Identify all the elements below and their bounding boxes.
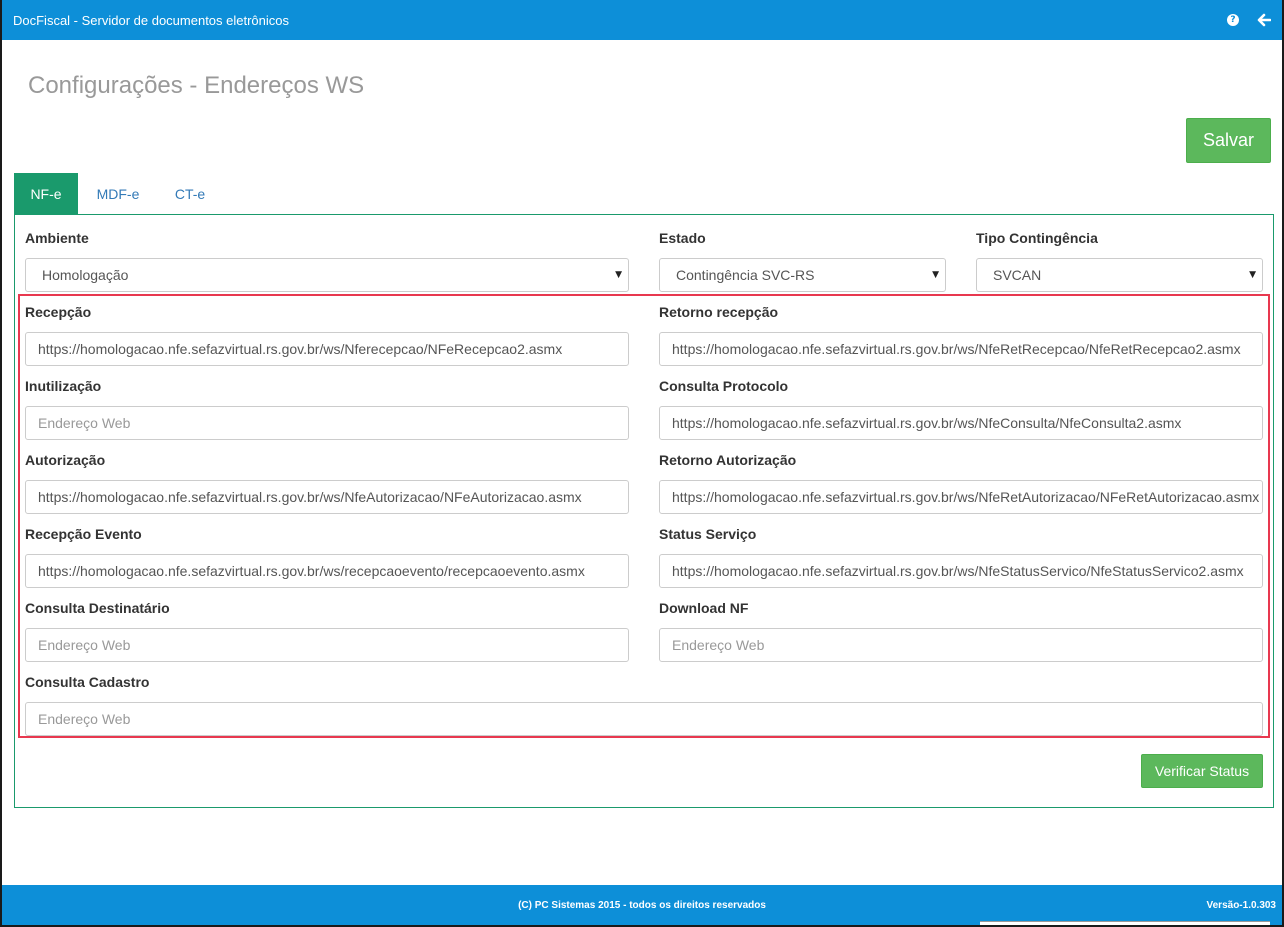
retorno-recepcao-input[interactable]: https://homologacao.nfe.sefazvirtual.rs.… [659,332,1263,366]
autorizacao-label: Autorização [25,452,106,468]
tab-mdfe[interactable]: MDF-e [78,173,158,215]
consulta-cadastro-input[interactable]: Endereço Web [25,702,1263,736]
footer-copyright: (C) PC Sistemas 2015 - todos os direitos… [518,900,766,911]
consulta-destinatario-input[interactable]: Endereço Web [25,628,629,662]
consulta-protocolo-label: Consulta Protocolo [659,378,789,394]
autorizacao-input[interactable]: https://homologacao.nfe.sefazvirtual.rs.… [25,480,629,514]
ambiente-label: Ambiente [25,230,89,246]
top-bar: DocFiscal - Servidor de documentos eletr… [2,0,1282,40]
ambiente-value: Homologação [42,267,129,283]
consulta-protocolo-input[interactable]: https://homologacao.nfe.sefazvirtual.rs.… [659,406,1263,440]
status-servico-field: Status Serviço https://homologacao.nfe.s… [659,525,1263,588]
status-servico-input[interactable]: https://homologacao.nfe.sefazvirtual.rs.… [659,554,1263,588]
retorno-recepcao-field: Retorno recepção https://homologacao.nfe… [659,303,1263,366]
inutilizacao-field: Inutilização Endereço Web [25,377,629,440]
consulta-cadastro-field: Consulta Cadastro Endereço Web [25,673,1263,736]
chevron-down-icon: ▼ [615,270,622,280]
back-arrow-icon[interactable] [1257,13,1271,27]
tipo-contingencia-select[interactable]: SVCAN ▼ [976,258,1263,292]
estado-value: Contingência SVC-RS [676,267,815,283]
download-nf-label: Download NF [659,600,749,616]
footer: (C) PC Sistemas 2015 - todos os direitos… [2,885,1282,925]
recepcao-evento-field: Recepção Evento https://homologacao.nfe.… [25,525,629,588]
tab-nfe[interactable]: NF-e [14,173,78,215]
tipo-contingencia-value: SVCAN [993,267,1042,283]
ambiente-select[interactable]: Homologação ▼ [25,258,629,292]
download-nf-input[interactable]: Endereço Web [659,628,1263,662]
header-actions: ? [1227,13,1271,27]
chevron-down-icon: ▼ [1249,270,1256,280]
recepcao-field: Recepção https://homologacao.nfe.sefazvi… [25,303,629,366]
help-icon[interactable]: ? [1227,14,1239,26]
ambiente-field: Ambiente Homologação ▼ [25,229,629,292]
recepcao-evento-input[interactable]: https://homologacao.nfe.sefazvirtual.rs.… [25,554,629,588]
recepcao-input[interactable]: https://homologacao.nfe.sefazvirtual.rs.… [25,332,629,366]
app-title: DocFiscal - Servidor de documentos eletr… [13,12,290,28]
tipo-contingencia-label: Tipo Contingência [976,230,1098,246]
consulta-cadastro-label: Consulta Cadastro [25,674,150,690]
inutilizacao-input[interactable]: Endereço Web [25,406,629,440]
tab-cte[interactable]: CT-e [158,173,222,215]
tipo-contingencia-field: Tipo Contingência SVCAN ▼ [976,229,1263,292]
estado-field: Estado Contingência SVC-RS ▼ [659,229,946,292]
recepcao-evento-label: Recepção Evento [25,526,142,542]
autorizacao-field: Autorização https://homologacao.nfe.sefa… [25,451,629,514]
inutilizacao-label: Inutilização [25,378,102,394]
recepcao-label: Recepção [25,304,92,320]
save-button[interactable]: Salvar [1186,118,1271,163]
page-title: Configurações - Endereços WS [28,72,365,99]
status-servico-label: Status Serviço [659,526,757,542]
estado-select[interactable]: Contingência SVC-RS ▼ [659,258,946,292]
retorno-recepcao-label: Retorno recepção [659,304,779,320]
estado-label: Estado [659,230,706,246]
consulta-destinatario-label: Consulta Destinatário [25,600,170,616]
verificar-status-button[interactable]: Verificar Status [1141,754,1263,788]
chevron-down-icon: ▼ [932,270,939,280]
retorno-autorizacao-input[interactable]: https://homologacao.nfe.sefazvirtual.rs.… [659,480,1263,514]
consulta-destinatario-field: Consulta Destinatário Endereço Web [25,599,629,662]
retorno-autorizacao-field: Retorno Autorização https://homologacao.… [659,451,1263,514]
scrollbar-strip [980,921,1270,925]
tab-bar: NF-e MDF-e CT-e [14,173,222,215]
footer-version: Versão-1.0.303 [1206,900,1277,911]
retorno-autorizacao-label: Retorno Autorização [659,452,797,468]
consulta-protocolo-field: Consulta Protocolo https://homologacao.n… [659,377,1263,440]
download-nf-field: Download NF Endereço Web [659,599,1263,662]
